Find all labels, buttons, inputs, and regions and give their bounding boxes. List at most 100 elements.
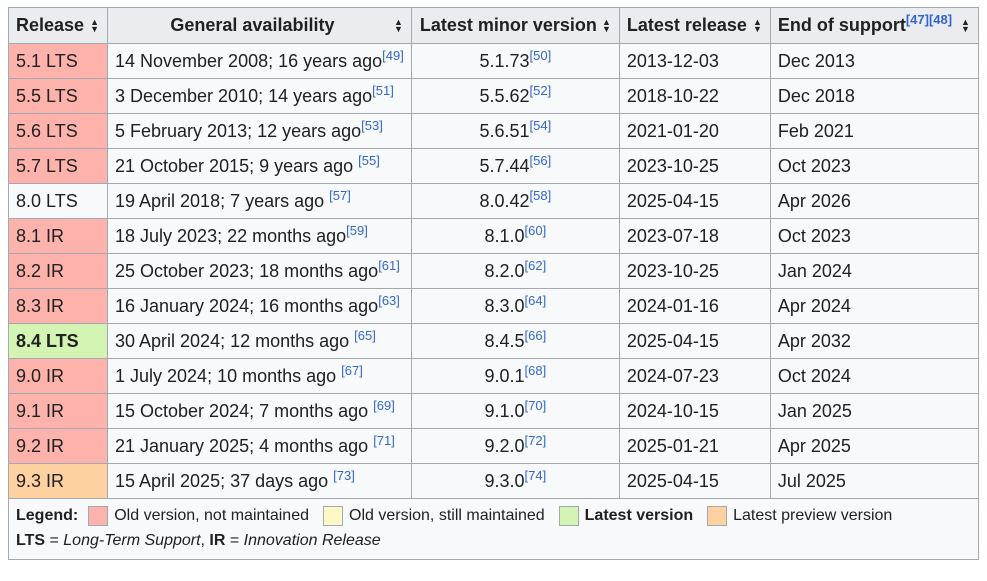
legend-row: Legend: Old version, not maintained Old … — [8, 498, 979, 560]
release-cell: 9.0 IR — [8, 358, 108, 394]
release-cell: 5.7 LTS — [8, 148, 108, 184]
reference-link[interactable]: [68] — [525, 363, 547, 378]
legend-label: Legend: — [16, 507, 79, 524]
table-row: 9.0 IR 1 July 2024; 10 months ago [67] 9.0… — [8, 358, 979, 394]
reference-link[interactable]: [72] — [525, 433, 547, 448]
reference-link[interactable]: [74] — [525, 468, 547, 483]
table-row: 5.7 LTS 21 October 2015; 9 years ago [55]… — [8, 148, 979, 184]
reference-link[interactable]: [57] — [329, 188, 351, 203]
release-cell: 5.5 LTS — [8, 78, 108, 114]
general-availability-cell: 1 July 2024; 10 months ago [67] — [107, 358, 412, 394]
table-row: 5.5 LTS 3 December 2010; 14 years ago[51]… — [8, 78, 979, 114]
table-row: 8.0 LTS 19 April 2018; 7 years ago [57] 8.… — [8, 183, 979, 219]
reference-link[interactable]: [54] — [530, 118, 552, 133]
reference-link[interactable]: [66] — [525, 328, 547, 343]
release-cell: 9.1 IR — [8, 393, 108, 429]
table-row: 8.1 IR 18 July 2023; 22 months ago[59] 8.1… — [8, 218, 979, 254]
latest-release-cell: 2021-01-20 — [618, 113, 771, 149]
latest-minor-version-cell: 5.5.62[52] — [410, 78, 620, 114]
release-cell: 8.4 LTS — [8, 323, 108, 359]
latest-release-cell: 2024-10-15 — [618, 393, 771, 429]
reference-link[interactable]: [64] — [525, 293, 547, 308]
release-cell: 9.3 IR — [8, 463, 108, 499]
column-header-release[interactable]: Release ▲ ▼ — [8, 7, 108, 44]
legend-swatch-preview — [707, 506, 728, 526]
reference-link[interactable]: [67] — [341, 363, 363, 378]
general-availability-cell: 5 February 2013; 12 years ago[53] — [107, 113, 412, 149]
table-row: 5.6 LTS 5 February 2013; 12 years ago[53]… — [8, 113, 979, 149]
table-row: 9.1 IR 15 October 2024; 7 months ago [69]… — [8, 393, 979, 429]
reference-link[interactable]: [60] — [525, 223, 547, 238]
column-header-latest-release[interactable]: Latest release ▲ ▼ — [618, 7, 771, 44]
latest-minor-version-cell: 5.1.73[50] — [410, 43, 620, 79]
end-of-support-cell: Apr 2024 — [769, 288, 979, 324]
reference-link[interactable]: [55] — [358, 153, 380, 168]
latest-minor-version-cell: 5.7.44[56] — [410, 148, 620, 184]
reference-link[interactable]: [71] — [373, 433, 395, 448]
general-availability-cell: 21 October 2015; 9 years ago [55] — [107, 148, 412, 184]
reference-link[interactable]: [73] — [333, 468, 355, 483]
end-of-support-cell: Dec 2013 — [769, 43, 979, 79]
legend-maintained-text: Old version, still maintained — [349, 507, 545, 524]
latest-minor-version-cell: 9.2.0[72] — [410, 428, 620, 464]
sort-icon[interactable]: ▲ ▼ — [961, 17, 970, 33]
release-cell: 9.2 IR — [8, 428, 108, 464]
latest-minor-version-cell: 9.0.1[68] — [410, 358, 620, 394]
latest-release-cell: 2023-07-18 — [618, 218, 771, 254]
reference-link[interactable]: [69] — [373, 398, 395, 413]
end-of-support-cell: Jul 2025 — [769, 463, 979, 499]
reference-link[interactable]: [62] — [525, 258, 547, 273]
end-of-support-cell: Jan 2025 — [769, 393, 979, 429]
reference-link[interactable]: [58] — [530, 188, 552, 203]
end-of-support-cell: Oct 2024 — [769, 358, 979, 394]
legend-old-text: Old version, not maintained — [114, 507, 309, 524]
sort-icon[interactable]: ▲ ▼ — [602, 17, 611, 33]
reference-link[interactable]: [50] — [530, 48, 552, 63]
sort-icon[interactable]: ▲ ▼ — [394, 17, 403, 33]
column-header-general-availability[interactable]: General availability ▲ ▼ — [107, 7, 412, 44]
sort-icon[interactable]: ▲ ▼ — [90, 17, 99, 33]
general-availability-cell: 25 October 2023; 18 months ago[61] — [107, 253, 412, 289]
general-availability-cell: 18 July 2023; 22 months ago[59] — [107, 218, 412, 254]
latest-minor-version-cell: 9.1.0[70] — [410, 393, 620, 429]
latest-minor-version-cell: 8.0.42[58] — [410, 183, 620, 219]
reference-link[interactable]: [56] — [530, 153, 552, 168]
end-of-support-cell: Feb 2021 — [769, 113, 979, 149]
sort-icon[interactable]: ▲ ▼ — [753, 17, 762, 33]
latest-minor-version-cell: 8.2.0[62] — [410, 253, 620, 289]
reference-link[interactable]: [49] — [382, 48, 404, 63]
latest-release-cell: 2024-01-16 — [618, 288, 771, 324]
latest-minor-version-cell: 8.3.0[64] — [410, 288, 620, 324]
end-of-support-cell: Dec 2018 — [769, 78, 979, 114]
reference-link[interactable]: [61] — [378, 258, 400, 273]
reference-link[interactable]: [65] — [354, 328, 376, 343]
table-row: 9.3 IR 15 April 2025; 37 days ago [73] 9.3… — [8, 463, 979, 499]
general-availability-cell: 3 December 2010; 14 years ago[51] — [107, 78, 412, 114]
reference-link[interactable]: [53] — [361, 118, 383, 133]
reference-link[interactable]: [47][48] — [906, 12, 952, 27]
table-row: 8.2 IR 25 October 2023; 18 months ago[61]… — [8, 253, 979, 289]
general-availability-cell: 21 January 2025; 4 months ago [71] — [107, 428, 412, 464]
latest-minor-version-cell: 8.1.0[60] — [410, 218, 620, 254]
end-of-support-cell: Oct 2023 — [769, 218, 979, 254]
release-cell: 8.3 IR — [8, 288, 108, 324]
header-row: Release ▲ ▼ General availability ▲ ▼ Latest … — [8, 7, 979, 44]
general-availability-cell: 15 April 2025; 37 days ago [73] — [107, 463, 412, 499]
end-of-support-cell: Apr 2032 — [769, 323, 979, 359]
legend-swatch-old — [88, 506, 109, 526]
column-header-latest-minor-version[interactable]: Latest minor version ▲ ▼ — [410, 7, 620, 44]
general-availability-cell: 19 April 2018; 7 years ago [57] — [107, 183, 412, 219]
end-of-support-cell: Oct 2023 — [769, 148, 979, 184]
reference-link[interactable]: [52] — [530, 83, 552, 98]
reference-link[interactable]: [63] — [378, 293, 400, 308]
end-of-support-cell: Apr 2026 — [769, 183, 979, 219]
table-row: 8.3 IR 16 January 2024; 16 months ago[63]… — [8, 288, 979, 324]
latest-release-cell: 2025-01-21 — [618, 428, 771, 464]
reference-link[interactable]: [59] — [346, 223, 368, 238]
reference-link[interactable]: [70] — [525, 398, 547, 413]
legend-latest-text: Latest version — [584, 507, 694, 524]
legend-preview-text: Latest preview version — [733, 507, 893, 524]
reference-link[interactable]: [51] — [372, 83, 394, 98]
column-header-end-of-support[interactable]: End of support[47][48] ▲ ▼ — [769, 7, 979, 44]
latest-release-cell: 2023-10-25 — [618, 253, 771, 289]
